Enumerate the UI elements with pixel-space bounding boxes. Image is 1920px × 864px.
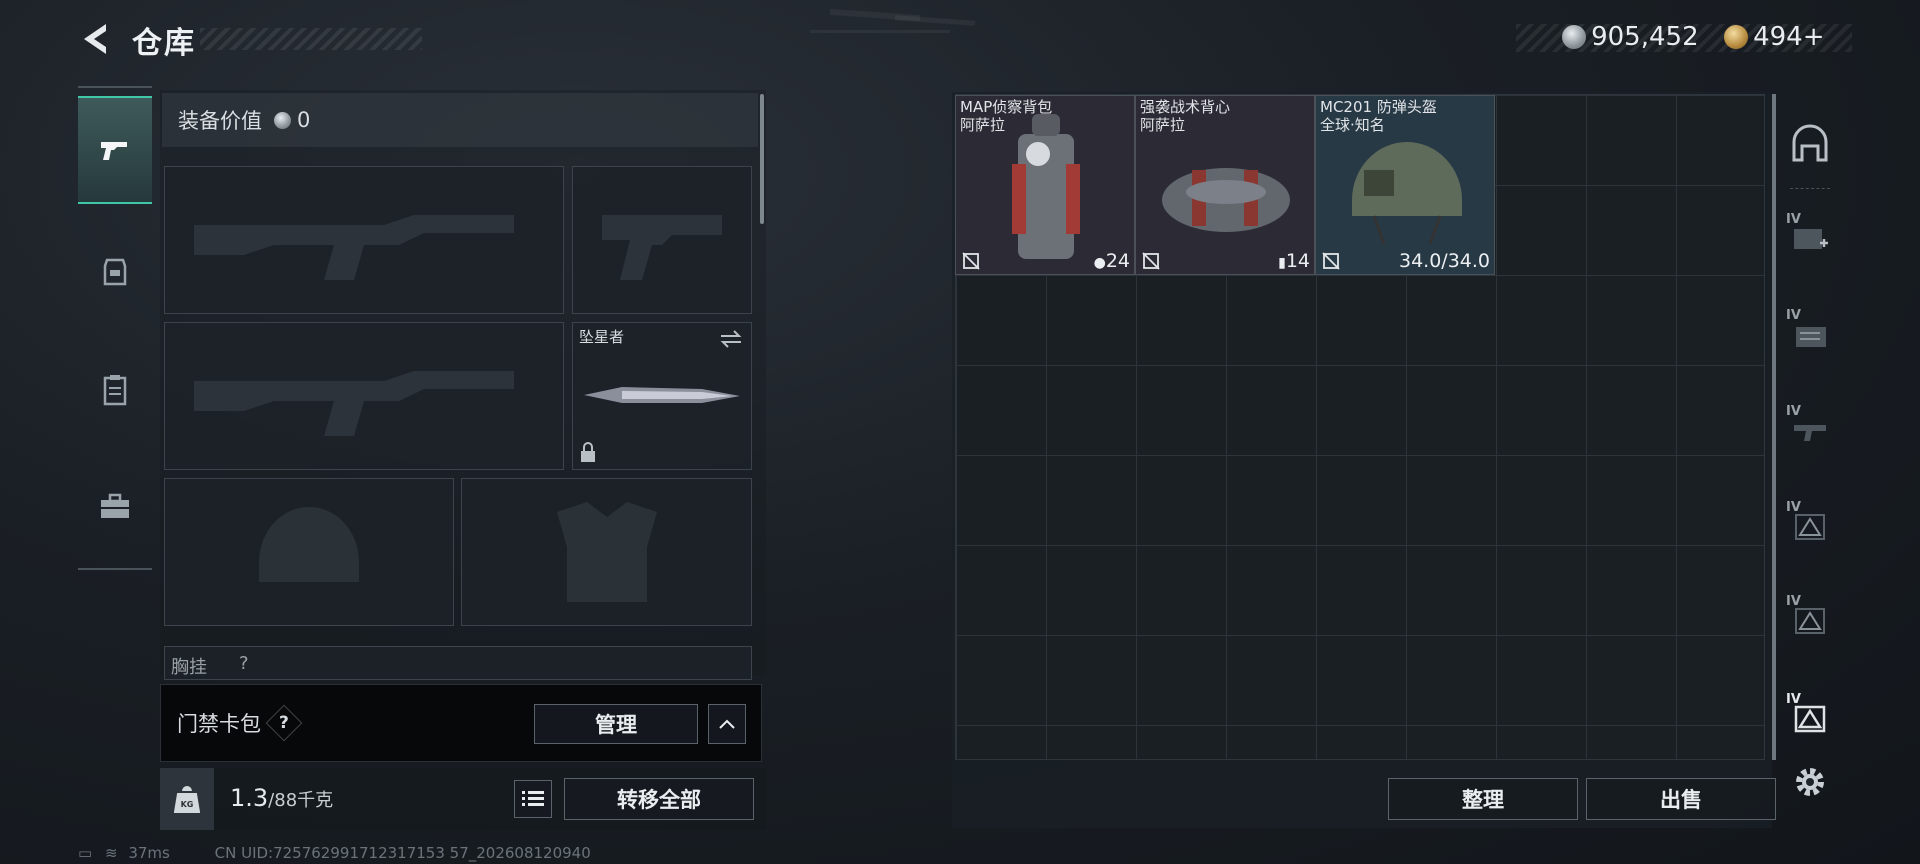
medkit-category-icon[interactable]: IV	[1782, 210, 1838, 266]
pistol-silhouette-icon	[602, 215, 722, 280]
sort-button[interactable]: 整理	[1388, 778, 1578, 820]
stash-item-helmet[interactable]: MC201 防弹头盔 全球·知名 34.0/34.0	[1315, 95, 1495, 275]
item-stat: ●24	[1093, 250, 1130, 272]
toolbox-tab[interactable]	[78, 452, 152, 560]
helmet-silhouette-icon	[259, 507, 359, 582]
title-stripe	[200, 28, 422, 50]
chest-rig-slot[interactable]: 胸挂 ?	[164, 646, 752, 680]
max-weight: /88千克	[268, 790, 334, 811]
clipboard-tab[interactable]	[78, 336, 152, 444]
hazard-category-icon-2[interactable]: IV	[1782, 592, 1838, 648]
settings-gear-icon[interactable]	[1782, 754, 1838, 810]
wifi-icon: ≋	[104, 844, 118, 862]
status-line: ▭ ≋ 37ms CN UID:725762991712317153 57_20…	[78, 844, 591, 862]
value-coin-icon	[274, 111, 291, 129]
helmet-icon	[1352, 142, 1462, 245]
clipboard-icon	[103, 375, 127, 406]
gold-amount: 494	[1753, 22, 1803, 52]
item-name: 强袭战术背心 阿萨拉	[1140, 98, 1231, 134]
silver-coin-icon	[1562, 25, 1586, 49]
backpack-icon	[1012, 114, 1080, 259]
vest-silhouette-icon	[556, 502, 657, 602]
chest-rig-hint: ?	[239, 653, 249, 674]
back-arrow-icon	[84, 24, 106, 54]
current-weight: 1.3	[230, 784, 269, 812]
silver-amount: 905,452	[1591, 22, 1699, 52]
slots-icon: ▮	[1278, 255, 1286, 271]
sell-button[interactable]: 出售	[1586, 778, 1776, 820]
no-insure-icon	[1322, 252, 1340, 270]
ping: 37ms	[128, 844, 170, 862]
gold-coin-icon	[1724, 25, 1748, 49]
melee-name: 坠星者	[579, 328, 625, 346]
weight-readout: 1.3/88千克	[230, 784, 333, 812]
tactical-bag-icon	[1162, 168, 1290, 232]
equipment-value-header: 装备价值 0	[162, 93, 758, 147]
equipment-value: 0	[297, 108, 311, 132]
collapse-button[interactable]	[708, 704, 746, 744]
armor-vest-icon	[103, 258, 127, 286]
weight-indicator: KG	[160, 768, 214, 830]
back-button[interactable]	[78, 20, 112, 58]
transfer-all-button[interactable]: 转移全部	[564, 778, 754, 820]
rifle-silhouette-icon	[194, 215, 514, 280]
gold-add[interactable]: +	[1803, 22, 1825, 52]
capacity-icon: ●	[1093, 255, 1106, 271]
knife-icon	[584, 387, 740, 403]
weapon-category-icon[interactable]: IV	[1782, 402, 1838, 458]
item-stat: ▮14	[1278, 250, 1310, 272]
secondary-weapon-slot[interactable]	[164, 322, 564, 470]
battery-icon: ▭	[78, 844, 93, 862]
manage-button[interactable]: 管理	[534, 704, 698, 744]
svg-text:KG: KG	[181, 800, 194, 809]
rifle-silhouette-icon	[194, 371, 514, 436]
swap-icon[interactable]	[719, 329, 743, 349]
list-view-button[interactable]	[514, 780, 552, 818]
equipment-value-label: 装备价值	[178, 109, 262, 133]
kg-weight-icon: KG	[174, 786, 200, 813]
melee-slot[interactable]: 坠星者	[572, 322, 752, 470]
stash-home-icon[interactable]	[1782, 116, 1838, 172]
item-name: MC201 防弹头盔 全球·知名	[1320, 98, 1437, 134]
no-insure-icon	[962, 252, 980, 270]
currency-silver: 905,452	[1562, 22, 1699, 52]
uid: CN UID:725762991712317153 57_20260812094…	[214, 844, 591, 862]
stash-scrollbar[interactable]	[1772, 94, 1776, 760]
hazard-category-icon-3[interactable]: IV	[1782, 690, 1838, 746]
equipment-scrollbar[interactable]	[760, 94, 764, 224]
stash-item-backpack[interactable]: MAP侦察背包 阿萨拉 ●24	[955, 95, 1135, 275]
sidebar-divider	[1790, 188, 1830, 189]
pistol-slot[interactable]	[572, 166, 752, 314]
vest-slot[interactable]	[461, 478, 752, 626]
chevron-up-icon	[719, 719, 735, 729]
hazard-category-icon-1[interactable]: IV	[1782, 498, 1838, 554]
chest-rig-label: 胸挂	[171, 657, 207, 678]
page-title: 仓库	[132, 26, 196, 61]
lock-icon	[581, 442, 595, 462]
keycard-pack-label: 门禁卡包	[177, 712, 261, 736]
item-durability: 34.0/34.0	[1398, 250, 1490, 272]
no-insure-icon	[1142, 252, 1160, 270]
armor-tab[interactable]	[78, 218, 152, 326]
pistol-icon	[101, 142, 127, 160]
primary-weapon-slot[interactable]	[164, 166, 564, 314]
files-category-icon[interactable]: IV	[1782, 306, 1838, 362]
list-icon	[522, 791, 544, 806]
help-button[interactable]: ?	[265, 704, 303, 742]
stash-item-vest[interactable]: 强袭战术背心 阿萨拉 ▮14	[1135, 95, 1315, 275]
toolbox-icon	[101, 493, 129, 518]
category-tab-rail	[78, 86, 152, 570]
currency-gold[interactable]: 494+	[1724, 22, 1825, 52]
weapon-tab[interactable]	[78, 96, 152, 204]
helmet-slot[interactable]	[164, 478, 454, 626]
